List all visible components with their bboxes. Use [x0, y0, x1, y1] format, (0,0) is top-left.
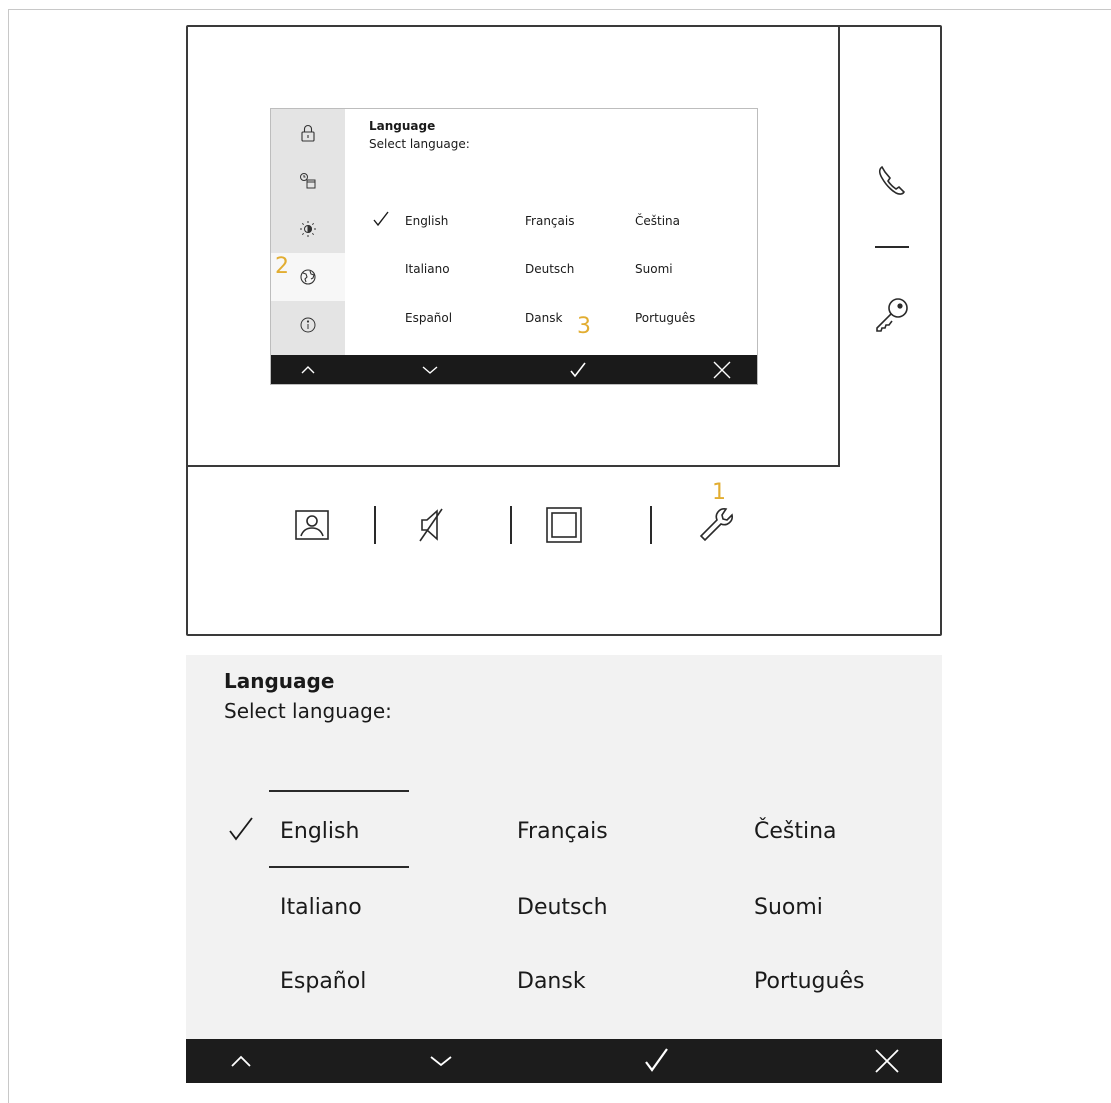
language-option-suomi[interactable]: Suomi [635, 262, 673, 276]
device-screen: Language Select language: English França… [270, 108, 758, 385]
language-option-dansk[interactable]: Dansk [517, 969, 586, 994]
panel-title: Language [224, 669, 335, 693]
close-icon[interactable] [711, 360, 733, 380]
info-icon [300, 317, 316, 333]
intercom-device: Language Select language: English França… [186, 25, 942, 636]
screen-icon[interactable] [544, 505, 584, 545]
language-option-portugues[interactable]: Português [635, 311, 695, 325]
language-option-suomi[interactable]: Suomi [754, 895, 823, 920]
chevron-down-icon[interactable] [426, 1047, 456, 1075]
contact-icon[interactable] [292, 505, 332, 545]
language-option-italiano[interactable]: Italiano [405, 262, 450, 276]
panel-subtitle: Select language: [224, 699, 392, 723]
button-separator [650, 506, 652, 544]
mute-icon[interactable] [412, 505, 452, 545]
language-option-portugues[interactable]: Português [754, 969, 864, 994]
settings-wrench-icon[interactable] [696, 505, 736, 545]
phone-icon[interactable] [874, 162, 910, 198]
brightness-icon [300, 221, 316, 237]
step-label-1: 1 [712, 480, 726, 505]
selection-line-bottom [269, 866, 409, 868]
chevron-up-icon[interactable] [226, 1047, 256, 1075]
language-option-deutsch[interactable]: Deutsch [525, 262, 574, 276]
language-globe-icon [300, 269, 316, 285]
step-label-2: 2 [275, 254, 289, 279]
selected-check-icon [229, 817, 253, 841]
language-option-cestina[interactable]: Čeština [754, 819, 837, 844]
clock-calendar-icon [300, 173, 316, 189]
language-option-francais[interactable]: Français [525, 214, 574, 228]
selection-line-top [269, 790, 409, 792]
key-icon[interactable] [872, 294, 912, 334]
sidebar-item-lock[interactable] [271, 109, 345, 157]
selected-check-icon [373, 211, 389, 227]
button-separator [510, 506, 512, 544]
chevron-down-icon[interactable] [419, 360, 441, 380]
language-option-espanol[interactable]: Español [280, 969, 366, 994]
side-divider [875, 246, 909, 248]
chevron-up-icon[interactable] [297, 360, 319, 380]
sidebar-item-info[interactable] [271, 301, 345, 349]
sidebar-item-datetime[interactable] [271, 157, 345, 205]
button-separator [374, 506, 376, 544]
screen-title: Language [369, 119, 436, 133]
panel-bottom-bar [186, 1039, 942, 1083]
language-detail-panel: Language Select language: English França… [186, 655, 942, 1083]
language-option-espanol[interactable]: Español [405, 311, 452, 325]
language-option-francais[interactable]: Français [517, 819, 608, 844]
step-label-3: 3 [577, 314, 591, 339]
screen-sidebar [271, 109, 345, 355]
lock-icon [301, 124, 315, 142]
language-option-cestina[interactable]: Čeština [635, 214, 680, 228]
language-option-deutsch[interactable]: Deutsch [517, 895, 608, 920]
language-option-english[interactable]: English [280, 819, 359, 844]
sidebar-item-brightness[interactable] [271, 205, 345, 253]
confirm-check-icon[interactable] [641, 1047, 671, 1075]
screen-bottom-bar [271, 355, 757, 384]
close-icon[interactable] [872, 1047, 902, 1075]
confirm-check-icon[interactable] [567, 360, 589, 380]
language-option-dansk[interactable]: Dansk [525, 311, 562, 325]
language-option-italiano[interactable]: Italiano [280, 895, 362, 920]
screen-subtitle: Select language: [369, 137, 470, 151]
language-option-english[interactable]: English [405, 214, 448, 228]
